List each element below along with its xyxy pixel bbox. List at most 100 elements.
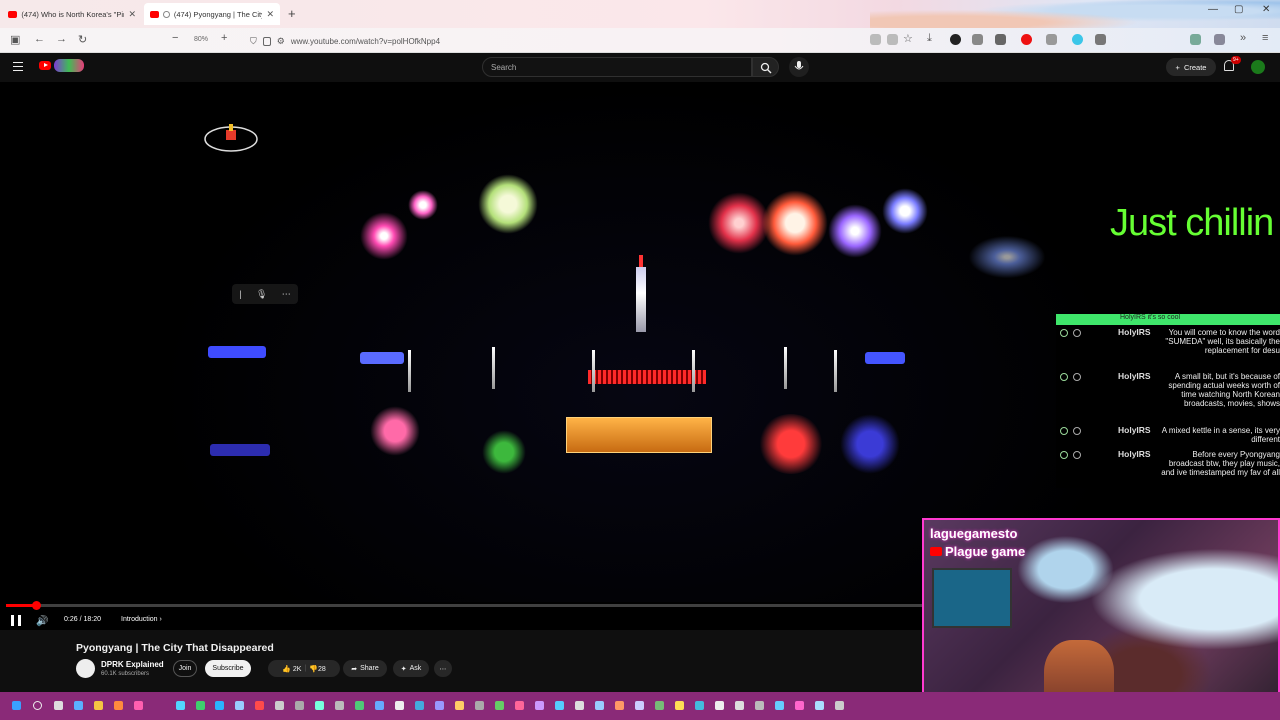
taskbar-app-icon[interactable]: [215, 701, 224, 710]
more-actions-button[interactable]: ⋯: [434, 660, 452, 677]
taskbar-app-icon[interactable]: [495, 701, 504, 710]
taskbar-app-icon[interactable]: [415, 701, 424, 710]
hamburger-menu-icon[interactable]: [13, 62, 23, 71]
taskbar-app-icon[interactable]: [635, 701, 644, 710]
overflow-chevron-icon[interactable]: »: [1240, 32, 1246, 44]
extension-icon[interactable]: [1046, 34, 1057, 45]
floating-control-pill[interactable]: | 🎙 ⋯: [232, 284, 298, 304]
browser-tab-1[interactable]: (474) Who is North Korea's "Pin ✕: [2, 3, 142, 25]
taskbar-app-icon[interactable]: [475, 701, 484, 710]
share-button[interactable]: ➦ Share: [343, 660, 387, 677]
pause-icon[interactable]: [11, 615, 21, 626]
search-button[interactable]: [752, 57, 779, 77]
progress-scrubber-handle[interactable]: [32, 601, 42, 610]
address-bar[interactable]: ⛉ ⚙ www.youtube.com/watch?v=polHOfkNpp4: [244, 32, 864, 50]
taskbar-app-icon[interactable]: [775, 701, 784, 710]
taskbar-app-icon[interactable]: [315, 701, 324, 710]
extension-icon[interactable]: [972, 34, 983, 45]
file-explorer-icon[interactable]: [94, 701, 103, 710]
taskbar-app-icon[interactable]: [695, 701, 704, 710]
like-button[interactable]: 👍 2K: [282, 665, 301, 673]
taskbar-app-icon[interactable]: [235, 701, 244, 710]
account-avatar[interactable]: [1251, 60, 1265, 74]
channel-name[interactable]: DPRK Explained: [101, 660, 164, 669]
maximize-icon[interactable]: ▢: [1234, 4, 1243, 15]
taskbar-app-icon[interactable]: [595, 701, 604, 710]
subscribe-button[interactable]: Subscribe: [205, 660, 251, 677]
menu-icon[interactable]: ≡: [1262, 32, 1268, 44]
taskbar-app-icon[interactable]: [835, 701, 844, 710]
taskbar-app-icon[interactable]: [535, 701, 544, 710]
youtube-logo-icon[interactable]: [39, 61, 51, 70]
time-display: 0:26 / 18:20: [64, 616, 101, 623]
browser-tab-2[interactable]: (474) Pyongyang | The City ✕: [144, 3, 280, 25]
taskbar-app-icon[interactable]: [515, 701, 524, 710]
taskbar-app-icon[interactable]: [114, 701, 123, 710]
taskbar-app-icon[interactable]: [196, 701, 205, 710]
ask-button[interactable]: ✦ Ask: [393, 660, 429, 677]
taskbar-search-icon[interactable]: [33, 701, 42, 710]
taskbar-app-icon[interactable]: [815, 701, 824, 710]
taskbar-app-icon[interactable]: [615, 701, 624, 710]
task-view-icon[interactable]: [54, 701, 63, 710]
chapter-button[interactable]: Introduction ›: [121, 616, 162, 623]
taskbar-app-icon[interactable]: [715, 701, 724, 710]
volume-icon[interactable]: [1214, 34, 1225, 45]
close-tab-icon[interactable]: ✕: [266, 9, 274, 20]
taskbar-app-icon[interactable]: [455, 701, 464, 710]
taskbar-app-icon[interactable]: [335, 701, 344, 710]
divider: |: [304, 665, 307, 672]
youtube-doodle[interactable]: [54, 59, 84, 72]
screenshot-icon[interactable]: [870, 34, 881, 45]
more-options-icon[interactable]: ⋯: [282, 289, 291, 300]
download-icon[interactable]: ⤓: [927, 32, 932, 45]
start-menu-icon[interactable]: [12, 701, 21, 710]
browser-tab-bar: (474) Who is North Korea's "Pin ✕ (474) …: [0, 0, 1280, 28]
taskbar-app-icon[interactable]: [675, 701, 684, 710]
create-button[interactable]: + Create: [1166, 58, 1216, 76]
join-button[interactable]: Join: [173, 660, 197, 677]
voice-search-button[interactable]: [789, 57, 809, 77]
new-tab-icon[interactable]: +: [288, 6, 296, 21]
fountain-light: [784, 347, 787, 389]
extension-icon[interactable]: [1021, 34, 1032, 45]
browser-taskbar-icon[interactable]: [134, 701, 143, 710]
extension-icon[interactable]: [1072, 34, 1083, 45]
taskbar-app-icon[interactable]: [74, 701, 83, 710]
back-icon[interactable]: ←: [34, 33, 45, 45]
taskbar-app-icon[interactable]: [575, 701, 584, 710]
taskbar-app-icon[interactable]: [355, 701, 364, 710]
pip-icon[interactable]: [887, 34, 898, 45]
extension-icon[interactable]: [950, 34, 961, 45]
taskbar-app-icon[interactable]: [255, 701, 264, 710]
taskbar-app-icon[interactable]: [435, 701, 444, 710]
taskbar-app-icon[interactable]: [795, 701, 804, 710]
zoom-in-icon[interactable]: +: [221, 32, 227, 44]
taskbar-app-icon[interactable]: [735, 701, 744, 710]
close-window-icon[interactable]: ✕: [1262, 4, 1270, 15]
taskbar-app-icon[interactable]: [395, 701, 404, 710]
minimize-icon[interactable]: —: [1208, 4, 1218, 15]
extension-icon[interactable]: [995, 34, 1006, 45]
taskbar-app-icon[interactable]: [176, 701, 185, 710]
taskbar-app-icon[interactable]: [275, 701, 284, 710]
dislike-button[interactable]: 👎28: [309, 665, 326, 673]
camera-icon[interactable]: [1095, 34, 1106, 45]
extension-icon[interactable]: [1190, 34, 1201, 45]
search-input[interactable]: Search: [482, 57, 752, 77]
bookmark-star-icon[interactable]: ☆: [903, 32, 913, 45]
taskbar-app-icon[interactable]: [295, 701, 304, 710]
channel-avatar[interactable]: [76, 659, 95, 678]
taskbar-app-icon[interactable]: [375, 701, 384, 710]
reload-icon[interactable]: ↻: [78, 33, 87, 46]
taskbar-app-icon[interactable]: [655, 701, 664, 710]
zoom-out-icon[interactable]: −: [172, 32, 178, 44]
sidebar-toggle-icon[interactable]: ▣: [10, 33, 20, 46]
forward-icon[interactable]: →: [56, 33, 67, 45]
microphone-icon[interactable]: 🎙: [256, 289, 267, 300]
taskbar-app-icon[interactable]: [755, 701, 764, 710]
volume-icon[interactable]: 🔊: [36, 616, 48, 627]
close-tab-icon[interactable]: ✕: [128, 9, 136, 20]
taskbar-app-icon[interactable]: [555, 701, 564, 710]
firework-reflection: [840, 414, 900, 474]
